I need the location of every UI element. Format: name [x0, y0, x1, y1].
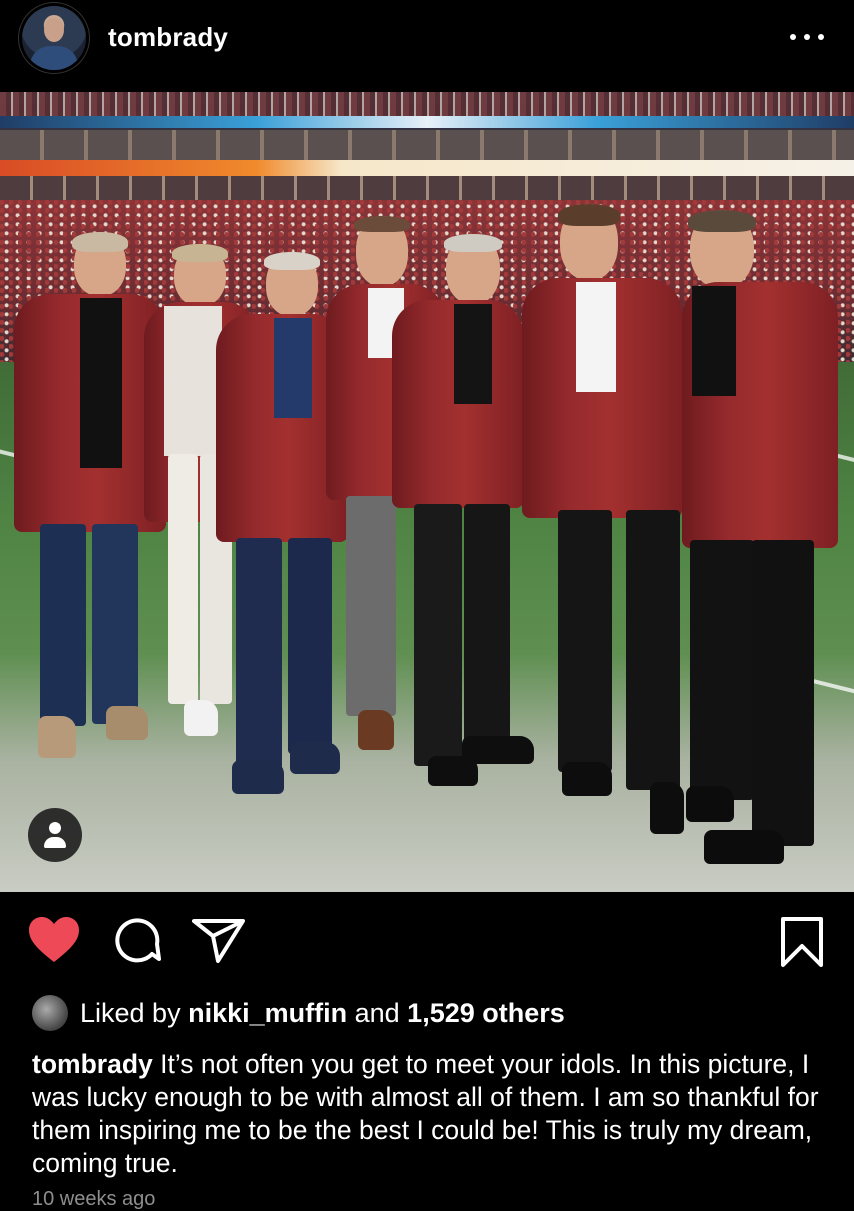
- likes-middle: and: [347, 997, 408, 1028]
- action-bar: [0, 892, 854, 992]
- liker-username[interactable]: nikki_muffin: [188, 998, 347, 1028]
- bookmark-icon[interactable]: [780, 916, 824, 968]
- post-caption: tombrady It’s not often you get to meet …: [32, 1048, 832, 1180]
- post-username[interactable]: tombrady: [108, 22, 228, 53]
- tagged-people-icon[interactable]: [28, 808, 82, 862]
- likes-row[interactable]: Liked by nikki_muffin and 1,529 others: [32, 992, 832, 1034]
- post-header: tombrady: [0, 0, 854, 92]
- caption-username[interactable]: tombrady: [32, 1049, 153, 1079]
- likes-prefix: Liked by: [80, 997, 189, 1028]
- profile-avatar[interactable]: [22, 6, 86, 70]
- likes-count[interactable]: 1,529 others: [407, 998, 565, 1028]
- share-icon[interactable]: [192, 918, 246, 964]
- heart-icon[interactable]: [28, 916, 80, 964]
- comment-icon[interactable]: [112, 918, 162, 964]
- liker-avatar[interactable]: [32, 995, 68, 1031]
- post-photo[interactable]: [0, 92, 854, 892]
- more-options-icon[interactable]: [790, 28, 824, 46]
- likes-text[interactable]: Liked by nikki_muffin and 1,529 others: [80, 998, 565, 1029]
